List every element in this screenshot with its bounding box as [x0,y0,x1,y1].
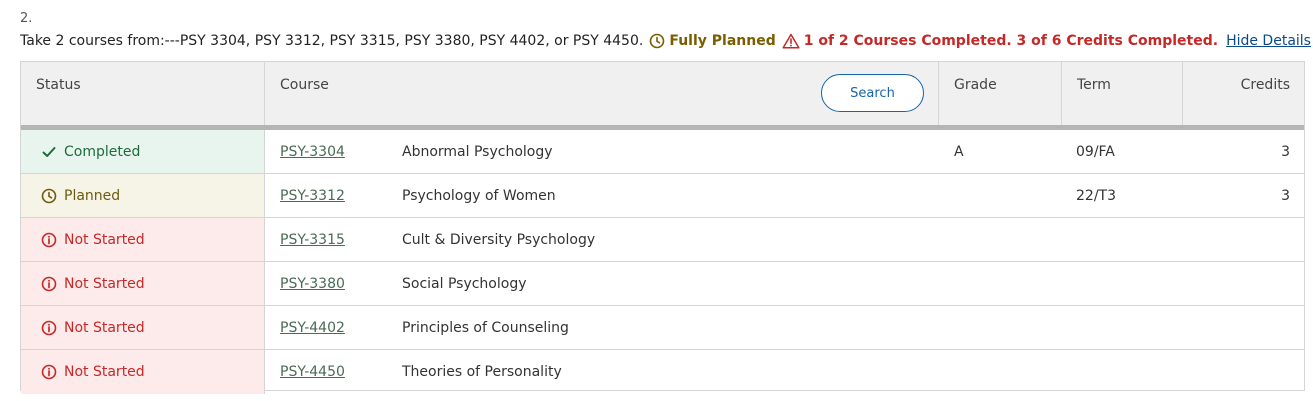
course-code-link[interactable]: PSY-4450 [280,350,345,394]
course-title: Psychology of Women [402,187,556,204]
status-label: Not Started [64,319,145,336]
status-label: Not Started [64,275,145,292]
header-term: Term [1062,62,1183,125]
header-grade: Grade [939,62,1062,125]
course-credits: 3 [1281,187,1290,204]
table-row: Not Started PSY-3380 Social Psychology [21,262,1304,306]
status-cell: Not Started [21,350,265,394]
course-code-link[interactable]: PSY-4402 [280,306,345,349]
clock-icon [649,33,665,49]
course-code-link[interactable]: PSY-3315 [280,218,345,261]
fully-planned-label: Fully Planned [669,33,776,49]
course-title: Theories of Personality [402,364,562,380]
course-term: 22/T3 [1076,187,1116,204]
header-course: Course Search [265,62,939,125]
status-cell: Completed [21,130,265,173]
status-label: Planned [64,187,121,204]
header-course-label: Course [280,77,329,93]
requirement-text: Take 2 courses from:---PSY 3304, PSY 331… [20,33,644,49]
table-row: Not Started PSY-4450 Theories of Persona… [21,350,1304,394]
status-label: Completed [64,143,141,160]
table-row: Not Started PSY-3315 Cult & Diversity Ps… [21,218,1304,262]
requirement-line: Take 2 courses from:---PSY 3304, PSY 331… [20,33,1311,49]
progress-status: 1 of 2 Courses Completed. 3 of 6 Credits… [803,33,1219,49]
status-label: Not Started [64,364,145,380]
clock-icon [41,188,57,204]
info-circle-icon [41,232,57,248]
course-table: Status Course Search Grade Term Credits … [20,61,1305,394]
course-code-link[interactable]: PSY-3312 [280,174,345,217]
course-code-link[interactable]: PSY-3380 [280,262,345,305]
course-title: Cult & Diversity Psychology [402,231,596,248]
header-status: Status [21,62,265,125]
table-header: Status Course Search Grade Term Credits [21,62,1304,130]
course-title: Abnormal Psychology [402,143,553,160]
info-circle-icon [41,276,57,292]
course-title: Social Psychology [402,275,527,292]
course-credits: 3 [1281,143,1290,160]
status-cell: Not Started [21,218,265,261]
search-button[interactable]: Search [821,74,924,112]
table-row: Not Started PSY-4402 Principles of Couns… [21,306,1304,350]
requirement-number: 2. [20,11,33,26]
table-row: Planned PSY-3312 Psychology of Women 22/… [21,174,1304,218]
hide-details-link[interactable]: Hide Details [1226,33,1311,49]
course-grade: A [954,143,964,160]
course-code-link[interactable]: PSY-3304 [280,130,345,173]
info-circle-icon [41,320,57,336]
table-row: Completed PSY-3304 Abnormal Psychology A… [21,130,1304,174]
status-cell: Not Started [21,262,265,305]
info-circle-icon [41,364,57,380]
course-term: 09/FA [1076,143,1115,160]
status-label: Not Started [64,231,145,248]
header-credits: Credits [1240,77,1290,93]
status-cell: Not Started [21,306,265,349]
check-icon [41,144,57,160]
status-cell: Planned [21,174,265,217]
warning-triangle-icon [782,33,800,49]
course-title: Principles of Counseling [402,319,569,336]
